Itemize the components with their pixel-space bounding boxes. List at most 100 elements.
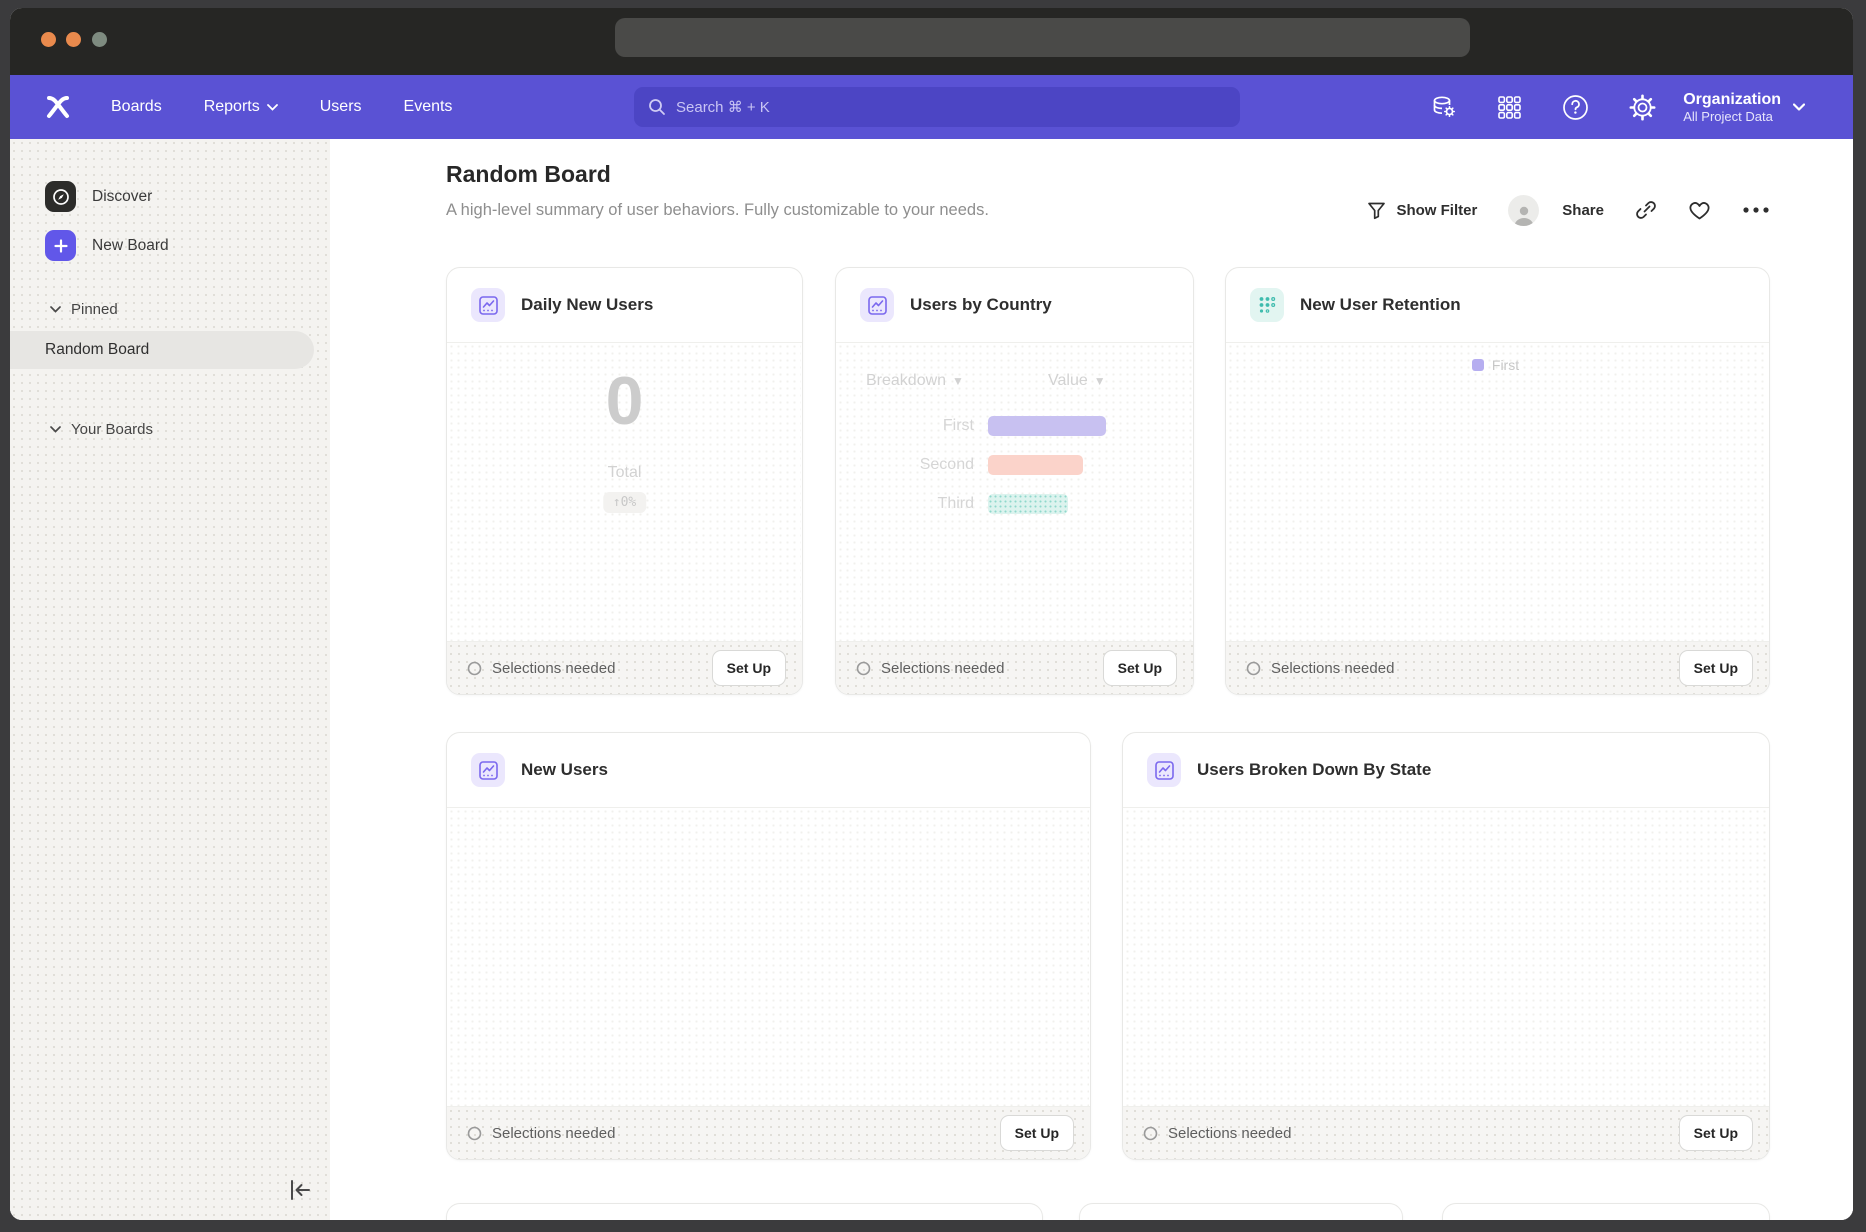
card-active-users: Active Users [1442, 1203, 1770, 1220]
line-chart-icon [1147, 753, 1181, 787]
sidebar-section-pinned[interactable]: Pinned [50, 301, 118, 318]
metric-delta-badge: ↑0% [603, 492, 646, 513]
chevron-down-icon [50, 426, 61, 433]
metric-label: Total [447, 464, 802, 482]
sidebar-item-new-board[interactable]: New Board [10, 230, 169, 261]
chevron-down-icon [1793, 103, 1805, 111]
value-dropdown[interactable]: Value▼ [1048, 372, 1106, 390]
data-management-icon[interactable] [1431, 94, 1457, 120]
set-up-button[interactable]: Set Up [712, 650, 786, 686]
status-circle-icon [856, 661, 871, 676]
search-icon [648, 98, 666, 116]
card-title: New User Retention [1300, 295, 1461, 315]
sidebar-item-random-board[interactable]: Random Board [10, 331, 314, 369]
search-placeholder: Search ⌘ + K [676, 98, 770, 116]
country-bar [988, 494, 1068, 514]
status-text: Selections needed [492, 1125, 615, 1142]
share-button[interactable]: Share [1562, 202, 1604, 219]
window-close-button[interactable] [41, 32, 56, 47]
new-users-chart [457, 825, 1076, 1101]
status-circle-icon [467, 1126, 482, 1141]
set-up-button[interactable]: Set Up [1679, 1115, 1753, 1151]
board-main: Random Board A high-level summary of use… [330, 139, 1853, 1220]
nav-item-users[interactable]: Users [320, 98, 362, 116]
metric-value: 0 [447, 362, 802, 440]
chevron-down-icon [50, 306, 61, 313]
sidebar-item-label: Discover [92, 188, 152, 206]
window-minimize-button[interactable] [66, 32, 81, 47]
card-title: Daily New Users [521, 295, 653, 315]
line-chart-icon [860, 288, 894, 322]
board-actions: Show Filter Share [1367, 194, 1770, 226]
page-title: Random Board [446, 161, 611, 188]
country-row: Third [836, 494, 1068, 514]
card-title: New Users [521, 760, 608, 780]
country-bar [988, 455, 1083, 475]
status-text: Selections needed [492, 660, 615, 677]
card-footer: Selections needed Set Up [836, 641, 1193, 694]
page-subtitle: A high-level summary of user behaviors. … [446, 201, 989, 220]
legend-swatch-icon [1472, 359, 1484, 371]
breakdown-dropdown[interactable]: Breakdown▼ [866, 372, 964, 390]
nav-item-boards[interactable]: Boards [111, 98, 162, 116]
favorite-heart-icon[interactable] [1688, 200, 1711, 221]
window-zoom-button[interactable] [92, 32, 107, 47]
card-new-user-retention: New User Retention First Selections need… [1225, 267, 1770, 695]
org-project: All Project Data [1683, 109, 1781, 125]
settings-gear-icon[interactable] [1629, 94, 1656, 121]
line-chart-icon [471, 753, 505, 787]
set-up-button[interactable]: Set Up [1000, 1115, 1074, 1151]
address-bar[interactable] [615, 18, 1470, 57]
copy-link-icon[interactable] [1635, 199, 1657, 221]
country-row: First [836, 416, 1106, 436]
filter-funnel-icon[interactable] [1367, 201, 1386, 220]
card-footer: Selections needed Set Up [1226, 641, 1769, 694]
sidebar-item-discover[interactable]: Discover [10, 181, 152, 212]
set-up-button[interactable]: Set Up [1103, 650, 1177, 686]
set-up-button[interactable]: Set Up [1679, 650, 1753, 686]
help-icon[interactable] [1562, 94, 1589, 121]
more-options-icon[interactable] [1742, 206, 1770, 214]
org-switcher[interactable]: Organization All Project Data [1683, 75, 1805, 139]
sidebar-section-your-boards[interactable]: Your Boards [50, 421, 153, 438]
status-text: Selections needed [1168, 1125, 1291, 1142]
chevron-down-icon [267, 104, 278, 111]
nav-item-reports[interactable]: Reports [204, 98, 278, 116]
line-chart-icon [471, 288, 505, 322]
legend-item: First [1472, 357, 1519, 373]
country-row: Second [836, 455, 1083, 475]
search-input[interactable]: Search ⌘ + K [634, 87, 1240, 127]
mixpanel-logo-icon[interactable] [46, 95, 70, 119]
sidebar-item-label: New Board [92, 237, 169, 255]
card-daily-new-users: Daily New Users 0 Total ↑0% Selections n… [446, 267, 803, 695]
retention-chart: First [1236, 352, 1755, 636]
card-users-by-country: Users by Country Breakdown▼ Value▼ First… [835, 267, 1194, 695]
avatar[interactable] [1508, 195, 1539, 226]
chart-legend: First [1236, 352, 1755, 378]
sidebar-collapse-icon[interactable] [288, 1179, 312, 1201]
card-footer: Selections needed Set Up [447, 1106, 1090, 1159]
users-by-state-chart [1133, 825, 1755, 1101]
app-window: Boards Reports Users Events Search ⌘ + K [10, 8, 1853, 1220]
card-title: Users Broken Down By State [1197, 760, 1431, 780]
card-insights-report: Insights Report [1079, 1203, 1403, 1220]
nav-item-events[interactable]: Events [404, 98, 453, 116]
card-users-by-state: Users Broken Down By State Selections ne… [1122, 732, 1770, 1160]
top-navbar: Boards Reports Users Events Search ⌘ + K [10, 75, 1853, 139]
nav-icon-cluster [1431, 75, 1656, 139]
status-text: Selections needed [881, 660, 1004, 677]
discover-icon [45, 181, 76, 212]
country-bar [988, 416, 1106, 436]
status-circle-icon [1246, 661, 1261, 676]
card-new-users: New Users Selections needed Set Up [446, 732, 1091, 1160]
status-circle-icon [1143, 1126, 1158, 1141]
card-footer: Selections needed Set Up [1123, 1106, 1769, 1159]
card-stacked-line-graph: Stacked Line Graph [446, 1203, 1043, 1220]
plus-icon [45, 230, 76, 261]
browser-chrome [10, 8, 1853, 75]
sidebar: Discover New Board Pinned Random Board Y… [10, 139, 330, 1220]
nav-menu: Boards Reports Users Events [111, 98, 452, 116]
apps-grid-icon[interactable] [1497, 95, 1522, 120]
show-filter-button[interactable]: Show Filter [1396, 202, 1477, 219]
org-name: Organization [1683, 90, 1781, 109]
